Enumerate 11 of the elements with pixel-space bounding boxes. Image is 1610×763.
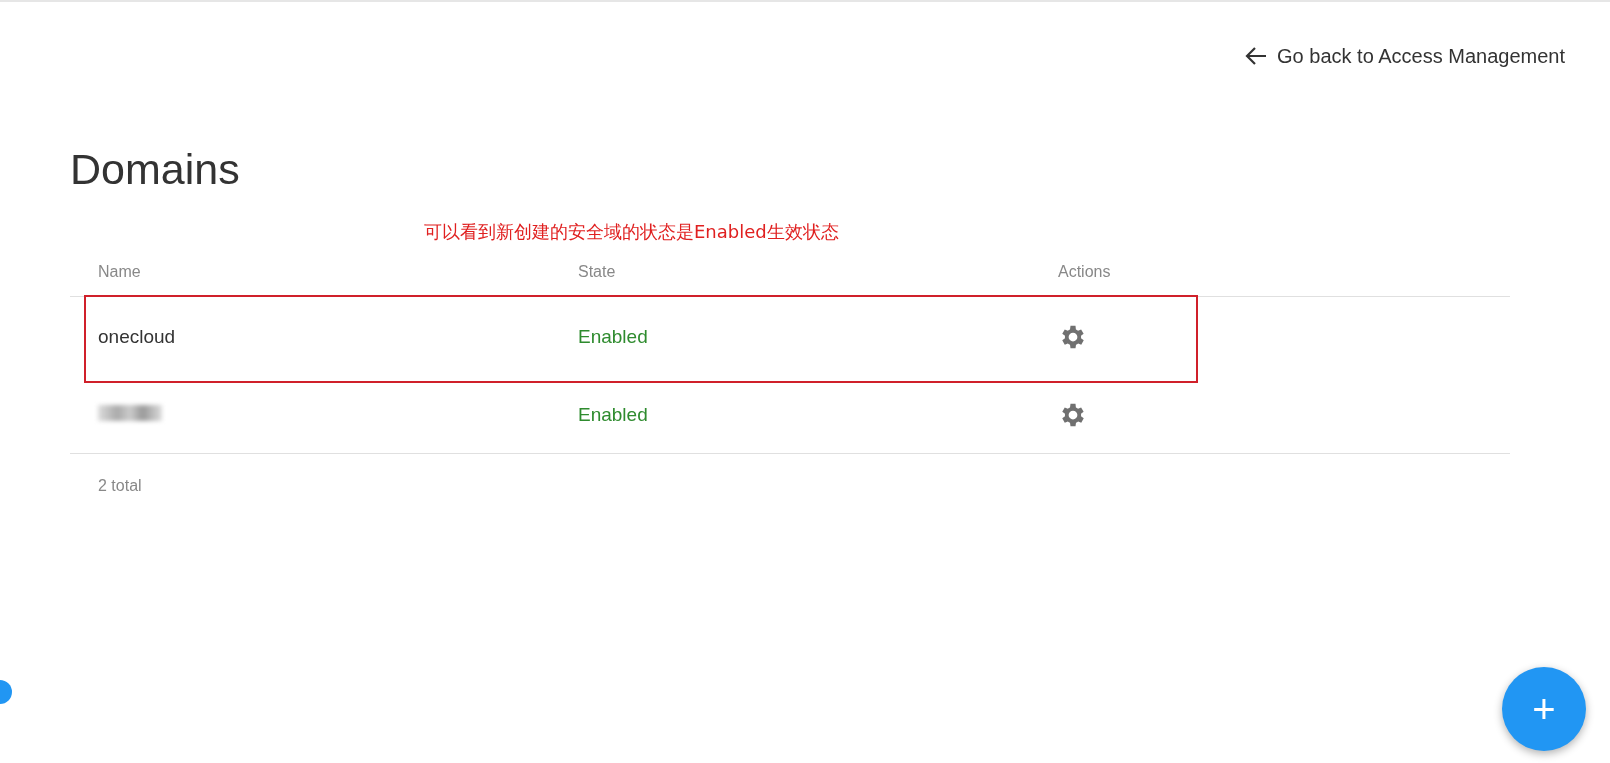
state-text: Enabled <box>578 326 648 348</box>
back-arrow-icon <box>1245 46 1268 66</box>
state-text: Enabled <box>578 404 648 426</box>
total-count: 2 total <box>97 476 143 497</box>
column-header: State <box>578 261 617 282</box>
column-header: Actions <box>1058 261 1112 282</box>
domain-name: onecloud <box>98 326 176 348</box>
annotation-text: 可以看到新创建的安全域的状态是Enabled生效状态 <box>424 220 839 245</box>
page-title: Domains <box>70 146 241 194</box>
back-link[interactable]: Go back to Access Management <box>1245 14 1565 98</box>
column-header: Name <box>98 261 142 282</box>
